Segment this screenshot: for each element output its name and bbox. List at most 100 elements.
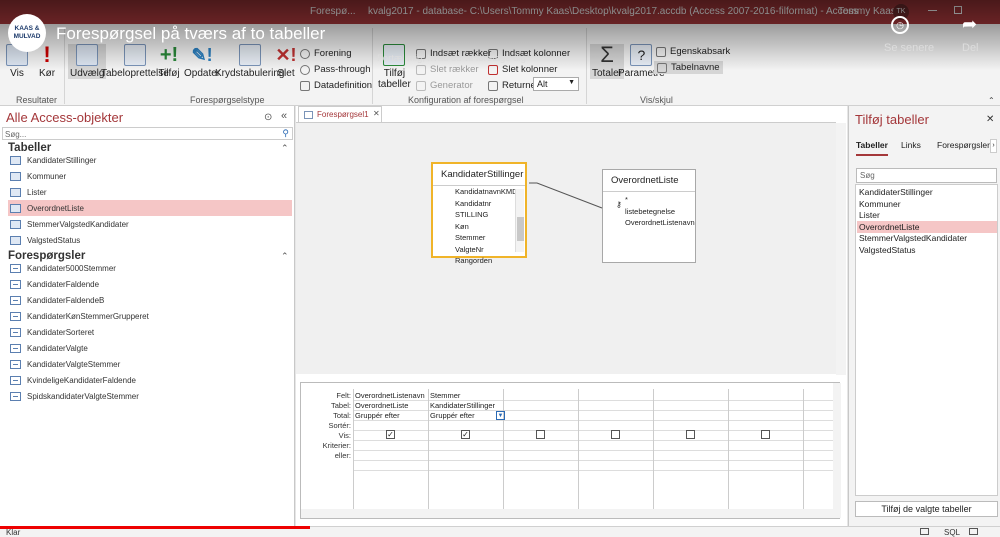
nav-query-item[interactable]: SpidskandidaterValgteStemmer bbox=[8, 388, 292, 404]
add-tables-item[interactable]: ValgstedStatus bbox=[857, 244, 997, 256]
grid-field-col1[interactable]: OverordnetListenavn bbox=[355, 391, 425, 400]
show-checkbox[interactable]: ✓ bbox=[461, 430, 470, 439]
watch-later-icon[interactable]: ◷ bbox=[886, 16, 914, 34]
builder-button[interactable]: Generator bbox=[416, 80, 473, 91]
collapse-ribbon-icon[interactable]: ⌃ bbox=[988, 96, 995, 105]
share-label[interactable]: Del bbox=[962, 42, 979, 54]
append-button[interactable]: +! Tilføj bbox=[158, 44, 180, 79]
grid-total-col1[interactable]: Gruppér efter bbox=[355, 411, 400, 420]
show-table-button[interactable]: Tilføj tabeller bbox=[378, 44, 411, 90]
query-icon bbox=[10, 311, 21, 321]
vertical-scrollbar[interactable] bbox=[836, 123, 846, 375]
query-icon bbox=[10, 263, 21, 273]
grid-horizontal-scrollbar[interactable] bbox=[301, 509, 833, 518]
sql-view-button[interactable]: SQL bbox=[944, 528, 960, 537]
query-icon bbox=[10, 343, 21, 353]
design-view-icon[interactable] bbox=[969, 528, 978, 535]
data-definition-button[interactable]: Datadefinition bbox=[300, 80, 372, 91]
grid-table-col1[interactable]: OverordnetListe bbox=[355, 401, 408, 410]
nav-query-item[interactable]: KandidaterSorteret bbox=[8, 324, 292, 340]
table-icon bbox=[10, 235, 21, 245]
show-checkbox[interactable] bbox=[536, 430, 545, 439]
nav-table-item[interactable]: Kommuner bbox=[8, 168, 292, 184]
minimize-icon[interactable] bbox=[928, 10, 937, 11]
share-icon[interactable]: ➦ bbox=[962, 14, 977, 35]
grid-total-col2[interactable]: Gruppér efter bbox=[430, 411, 475, 420]
delete-query-button[interactable]: ✕! Slet bbox=[275, 44, 297, 79]
add-tables-item[interactable]: Kommuner bbox=[857, 198, 997, 210]
design-grid[interactable]: Felt: Tabel: Total: Sortér: Vis: Kriterier: el… bbox=[300, 382, 841, 519]
add-tables-item[interactable]: KandidaterStillinger bbox=[857, 186, 997, 198]
nav-menu-chevron-icon[interactable]: ⊙ bbox=[264, 112, 272, 123]
table-pane[interactable]: KandidaterStillinger KandidatnavnKMD Kand… bbox=[296, 122, 846, 375]
add-tables-tab[interactable]: Forespørgsler bbox=[937, 140, 990, 150]
add-tables-tab[interactable]: Links bbox=[901, 140, 921, 150]
grid-row-line bbox=[353, 470, 833, 471]
document-tab[interactable]: Forespørgsel1 ✕ bbox=[298, 106, 382, 122]
query-icon bbox=[10, 391, 21, 401]
collapse-pane-icon[interactable]: « bbox=[281, 110, 287, 122]
nav-query-item[interactable]: KandidaterFaldende bbox=[8, 276, 292, 292]
join-line[interactable] bbox=[296, 123, 836, 375]
datasheet-view-icon[interactable] bbox=[920, 528, 929, 535]
nav-table-item[interactable]: StemmerValgstedKandidater bbox=[8, 216, 292, 232]
nav-item-label: KandidaterFaldende bbox=[27, 279, 100, 289]
channel-logo[interactable]: KAAS & MULVAD bbox=[8, 14, 46, 52]
grid-field-col2[interactable]: Stemmer bbox=[430, 391, 460, 400]
nav-table-item[interactable]: OverordnetListe bbox=[8, 200, 292, 216]
add-tables-item[interactable]: StemmerValgstedKandidater bbox=[857, 232, 997, 244]
show-checkbox[interactable] bbox=[686, 430, 695, 439]
tabs-scroll-right-icon[interactable]: › bbox=[990, 139, 997, 153]
nav-item-label: StemmerValgstedKandidater bbox=[27, 219, 129, 229]
grid-table-col2[interactable]: KandidaterStillinger bbox=[430, 401, 495, 410]
nav-title[interactable]: Alle Access-objekter bbox=[6, 110, 123, 125]
add-tables-item[interactable]: OverordnetListe bbox=[857, 220, 997, 233]
nav-table-item[interactable]: ValgstedStatus bbox=[8, 232, 292, 248]
run-button[interactable]: ! Kør bbox=[36, 44, 58, 80]
union-button[interactable]: Forening bbox=[300, 48, 352, 59]
nav-query-item[interactable]: Kandidater5000Stemmer bbox=[8, 260, 292, 276]
delete-rows-button[interactable]: Slet rækker bbox=[416, 64, 479, 75]
grid-col-line bbox=[578, 389, 579, 509]
add-tables-tab[interactable]: Tabeller bbox=[856, 140, 888, 156]
video-title[interactable]: Forespørgsel på tværs af to tabeller bbox=[56, 24, 325, 44]
grid-row-line bbox=[353, 420, 833, 421]
table-names-icon bbox=[657, 62, 667, 73]
nav-query-item[interactable]: KvindeligeKandidaterFaldende bbox=[8, 372, 292, 388]
nav-query-item[interactable]: KandidaterValgteStemmer bbox=[8, 356, 292, 372]
grid-row-label: Vis: bbox=[338, 431, 351, 440]
delete-columns-button[interactable]: Slet kolonner bbox=[488, 64, 557, 75]
nav-search-input[interactable]: Søg... ⚲ bbox=[2, 127, 293, 140]
query-icon bbox=[10, 327, 21, 337]
watch-later-label[interactable]: Se senere bbox=[884, 42, 934, 54]
close-tab-icon[interactable]: ✕ bbox=[373, 109, 380, 118]
grid-vertical-scrollbar[interactable] bbox=[833, 383, 841, 518]
add-tables-search-input[interactable]: Søg bbox=[856, 168, 997, 183]
show-checkbox[interactable]: ✓ bbox=[386, 430, 395, 439]
tell-me-search[interactable]: Fortæl mig, hvad du vil foretage dig bbox=[377, 53, 526, 64]
grid-row-label: Tabel: bbox=[330, 401, 351, 410]
show-checkbox[interactable] bbox=[761, 430, 770, 439]
table-names-button[interactable]: Tabelnavne bbox=[654, 61, 723, 74]
show-checkbox[interactable] bbox=[611, 430, 620, 439]
nav-item-label: KandidaterKønStemmerGrupperet bbox=[27, 311, 149, 321]
title-tab-hint: Forespø... bbox=[310, 6, 356, 17]
property-sheet-button[interactable]: Egenskabsark bbox=[656, 46, 730, 57]
query-icon bbox=[10, 295, 21, 305]
nav-item-label: KandidaterStillinger bbox=[27, 155, 97, 165]
total-dropdown-chevron-icon[interactable]: ▼ bbox=[496, 411, 505, 420]
nav-table-item[interactable]: Lister bbox=[8, 184, 292, 200]
close-icon[interactable]: ✕ bbox=[986, 114, 994, 125]
maximize-icon[interactable] bbox=[954, 6, 962, 14]
nav-table-item[interactable]: KandidaterStillinger bbox=[8, 152, 292, 168]
nav-query-item[interactable]: KandidaterValgte bbox=[8, 340, 292, 356]
video-progress-bar[interactable] bbox=[0, 526, 310, 529]
return-dropdown[interactable]: Alt ▼ bbox=[533, 77, 579, 91]
add-tables-item[interactable]: Lister bbox=[857, 209, 997, 221]
add-selected-tables-button[interactable]: Tilføj de valgte tabeller bbox=[855, 501, 998, 517]
table-icon bbox=[10, 187, 21, 197]
pass-through-button[interactable]: Pass-through bbox=[300, 64, 371, 75]
nav-query-item[interactable]: KandidaterKønStemmerGrupperet bbox=[8, 308, 292, 324]
nav-query-item[interactable]: KandidaterFaldendeB bbox=[8, 292, 292, 308]
query-icon bbox=[10, 279, 21, 289]
